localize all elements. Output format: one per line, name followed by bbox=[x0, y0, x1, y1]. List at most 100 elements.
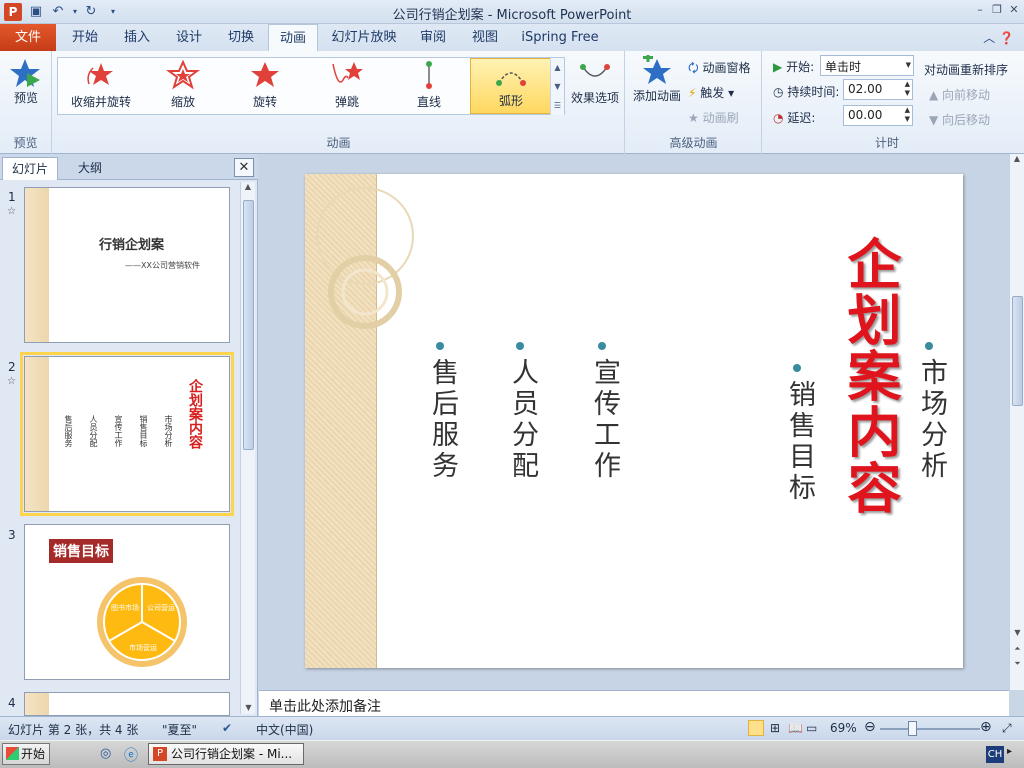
language-indicator[interactable]: 中文(中国) bbox=[256, 721, 313, 738]
slide-main-title[interactable]: 企划案内容 bbox=[831, 236, 910, 516]
gallery-scroll-down[interactable]: ▼ bbox=[550, 77, 564, 96]
slide-thumb-2[interactable]: 企划案内容 售后服务 人员分配 宣传工作 销售目标 市场分析 bbox=[20, 352, 234, 516]
preview-button[interactable]: 预览 bbox=[4, 57, 48, 106]
start-label: ▶ 开始: bbox=[773, 58, 814, 75]
next-slide-icon[interactable]: ⏷ bbox=[1010, 659, 1024, 669]
gallery-item-arc[interactable]: 弧形 bbox=[470, 58, 552, 114]
thumb-number: 2 bbox=[8, 360, 16, 374]
scroll-up-icon[interactable]: ▲ bbox=[1010, 154, 1024, 163]
gallery-item-shrink-spin[interactable]: 收缩并旋转 bbox=[60, 58, 142, 114]
delay-label: ◔ 延迟: bbox=[773, 109, 815, 126]
animation-pane-button[interactable]: 🗘 动画窗格 bbox=[688, 59, 751, 80]
tab-animations[interactable]: 动画 bbox=[268, 24, 318, 52]
slide-canvas[interactable]: 企划案内容 售后服务 人员分配 宣传工作 销售目标 市场分析 bbox=[305, 174, 963, 668]
gallery-item-zoom[interactable]: 缩放 bbox=[142, 58, 224, 114]
add-animation-button[interactable]: 添加动画 bbox=[628, 55, 686, 104]
browser-icon[interactable]: ⓔ bbox=[124, 745, 138, 765]
tray-chevron-icon[interactable]: ▸ bbox=[1007, 746, 1012, 757]
theme-name[interactable]: "夏至" bbox=[162, 721, 197, 738]
slideshow-view-icon[interactable]: ▭ bbox=[806, 721, 817, 735]
thumb-band bbox=[25, 357, 49, 511]
gallery-item-line[interactable]: 直线 bbox=[388, 58, 470, 114]
minimize-button[interactable]: – bbox=[972, 3, 988, 19]
zoom-in-icon[interactable]: ⊕ bbox=[980, 719, 992, 735]
arc-path-icon bbox=[496, 72, 526, 86]
tab-slideshow[interactable]: 幻灯片放映 bbox=[326, 24, 402, 51]
spinner-icon: ▲ ▼ bbox=[904, 106, 910, 123]
duration-value: 02.00 bbox=[848, 82, 883, 96]
slide-column-sales-target[interactable]: 销售目标 bbox=[780, 380, 819, 504]
gallery-item-spin[interactable]: 旋转 bbox=[224, 58, 306, 114]
panel-scroll-thumb[interactable] bbox=[243, 200, 254, 450]
scroll-down-icon[interactable]: ▼ bbox=[1010, 628, 1024, 637]
tab-transitions[interactable]: 切换 bbox=[218, 24, 264, 51]
notes-pane[interactable]: 单击此处添加备注 bbox=[259, 690, 1009, 716]
tab-file[interactable]: 文件 bbox=[0, 24, 56, 51]
duration-input[interactable]: 02.00 ▲ ▼ bbox=[843, 79, 913, 100]
gallery-scroll-up[interactable]: ▲ bbox=[550, 58, 564, 77]
spinner-icon: ▲ ▼ bbox=[904, 80, 910, 97]
start-select[interactable]: 单击时 ▼ bbox=[820, 55, 914, 76]
shrink-spin-icon bbox=[87, 63, 113, 85]
spin-star-icon bbox=[251, 62, 279, 87]
panel-close-button[interactable]: ✕ bbox=[234, 158, 254, 177]
start-label: 开始 bbox=[21, 747, 46, 761]
zoom-slider-knob[interactable] bbox=[908, 721, 917, 736]
slide-thumb-4[interactable] bbox=[24, 692, 230, 716]
slide-column-after-sales[interactable]: 售后服务 bbox=[423, 358, 462, 482]
tab-outline[interactable]: 大纲 bbox=[62, 157, 118, 180]
bullet-dot bbox=[925, 342, 933, 350]
tab-insert[interactable]: 插入 bbox=[114, 24, 160, 51]
tab-ispring[interactable]: iSpring Free bbox=[516, 24, 604, 51]
effect-options-button[interactable]: 效果选项 bbox=[567, 57, 623, 106]
ime-indicator[interactable]: CH bbox=[986, 746, 1004, 763]
start-button[interactable]: 开始 bbox=[2, 743, 50, 765]
zoom-out-icon[interactable]: ⊖ bbox=[864, 719, 876, 735]
scroll-up-icon[interactable]: ▲ bbox=[241, 182, 255, 191]
restore-button[interactable]: ❐ bbox=[989, 3, 1005, 19]
slide-scroll-thumb[interactable] bbox=[1012, 296, 1023, 406]
zoom-level[interactable]: 69% bbox=[830, 721, 857, 735]
normal-view-icon[interactable] bbox=[748, 720, 764, 736]
slide-thumb-3[interactable]: 销售目标 图书市场 公司营运 市场营运 bbox=[24, 524, 230, 680]
windows-logo-icon bbox=[6, 747, 19, 760]
previous-slide-icon[interactable]: ⏶ bbox=[1010, 644, 1024, 654]
reading-view-icon[interactable]: 📖 bbox=[788, 721, 803, 735]
delay-input[interactable]: 00.00 ▲ ▼ bbox=[843, 105, 913, 126]
gallery-item-bounce[interactable]: 弹跳 bbox=[306, 58, 388, 114]
tab-slides[interactable]: 幻灯片 bbox=[2, 157, 58, 180]
thumb-column: 售后服务 bbox=[64, 415, 73, 447]
slide-scrollbar[interactable]: ▲ ▼ ⏶ ⏷ bbox=[1009, 154, 1024, 690]
move-earlier-button[interactable]: ▲ 向前移动 bbox=[929, 86, 990, 103]
taskbar-powerpoint-window[interactable]: P 公司行销企划案 - Mi... bbox=[148, 743, 304, 765]
thumb-pie-label: 图书市场 bbox=[111, 604, 139, 612]
slide-column-promotion[interactable]: 宣传工作 bbox=[585, 358, 624, 482]
slide-panel: 幻灯片 大纲 ✕ 1 ☆ 行销企划案 ——XX公司营销软件 2 ☆ 企划案内容 … bbox=[0, 154, 258, 716]
slide-sorter-icon[interactable]: ⊞ bbox=[770, 721, 780, 735]
proofing-icon[interactable]: ✔ bbox=[222, 721, 232, 735]
duration-label: ◷ 持续时间: bbox=[773, 83, 839, 100]
taskbar: 开始 ◎ ⓔ P 公司行销企划案 - Mi... CH ▸ bbox=[0, 740, 1024, 768]
thumb-column: 宣传工作 bbox=[114, 415, 123, 447]
slide-thumb-1[interactable]: 行销企划案 ——XX公司营销软件 bbox=[24, 187, 230, 343]
help-icon[interactable]: ︿ ❓ bbox=[983, 29, 1014, 46]
thumb-title: 销售目标 bbox=[49, 539, 113, 563]
zoom-slider-track[interactable] bbox=[880, 728, 980, 730]
move-later-button[interactable]: ▼ 向后移动 bbox=[929, 111, 990, 128]
tab-review[interactable]: 审阅 bbox=[410, 24, 456, 51]
panel-scrollbar[interactable]: ▲ ▼ bbox=[240, 182, 255, 714]
fit-to-window-icon[interactable]: ⤢ bbox=[1002, 721, 1012, 736]
slide-column-staffing[interactable]: 人员分配 bbox=[503, 358, 542, 482]
scroll-down-icon[interactable]: ▼ bbox=[241, 703, 256, 712]
tab-design[interactable]: 设计 bbox=[166, 24, 212, 51]
gallery-more[interactable]: ☰ bbox=[550, 96, 564, 115]
trigger-button[interactable]: ⚡ 触发 ▾ bbox=[688, 84, 734, 101]
desktop-icon[interactable]: ◎ bbox=[100, 746, 111, 761]
tab-home[interactable]: 开始 bbox=[62, 24, 108, 51]
gallery-label: 直线 bbox=[416, 95, 441, 109]
animation-painter-button[interactable]: ★ 动画刷 bbox=[688, 109, 739, 126]
slide-column-market-analysis[interactable]: 市场分析 bbox=[912, 358, 951, 482]
tab-view[interactable]: 视图 bbox=[462, 24, 508, 51]
close-button[interactable]: ✕ bbox=[1006, 3, 1022, 19]
powerpoint-icon: P bbox=[153, 747, 167, 761]
